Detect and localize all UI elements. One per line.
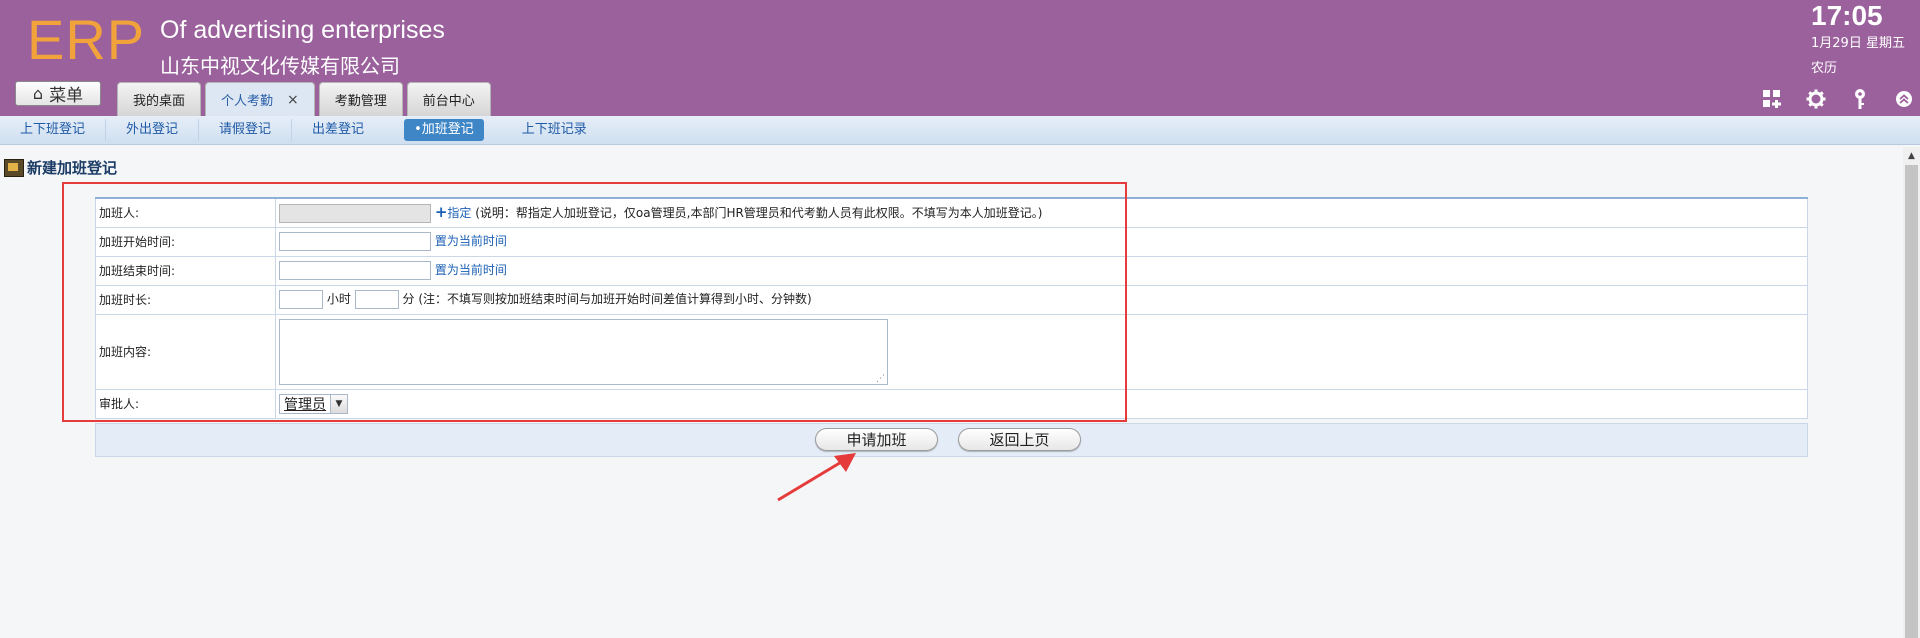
content-label: 加班内容:	[95, 313, 276, 390]
content-textarea[interactable]	[279, 318, 888, 385]
form-row-duration: 加班时长: 小时 分 (注：不填写则按加班结束时间与加班开始时间差值计算得到小时…	[95, 284, 1808, 315]
approver-label: 审批人:	[95, 388, 276, 419]
tab-my-desktop[interactable]: 我的桌面	[117, 82, 202, 116]
home-icon: ⌂	[32, 84, 44, 103]
form-row-start-time: 加班开始时间: 置为当前时间	[95, 226, 1808, 257]
app-header: ERP Of advertising enterprises 山东中视文化传媒有…	[0, 0, 1920, 116]
button-bar: 申请加班 返回上页	[95, 423, 1808, 457]
tab-label: 前台中心	[422, 94, 475, 109]
form-row-approver: 审批人: 管理员 ▼	[95, 388, 1808, 419]
person-input	[279, 203, 431, 223]
tab-attendance-management[interactable]: 考勤管理	[318, 82, 403, 116]
gear-icon[interactable]	[1802, 88, 1830, 110]
tab-bar: 我的桌面 个人考勤 × 考勤管理 前台中心	[117, 82, 495, 116]
start-time-cell: 置为当前时间	[275, 226, 1808, 257]
scroll-up-icon[interactable]: ▲	[1903, 147, 1920, 164]
person-label: 加班人:	[95, 197, 276, 228]
subnav-leave-registration[interactable]: 请假登记	[199, 119, 293, 141]
date-text: 1月29日 星期五	[1811, 36, 1905, 51]
company-name-cn: 山东中视文化传媒有限公司	[160, 54, 400, 78]
lunar-calendar-link[interactable]: 农历	[1811, 57, 1837, 76]
duration-cell: 小时 分 (注：不填写则按加班结束时间与加班开始时间差值计算得到小时、分钟数)	[275, 284, 1808, 315]
back-button[interactable]: 返回上页	[958, 428, 1081, 451]
tab-label: 我的桌面	[133, 94, 186, 109]
tab-label: 个人考勤	[221, 94, 274, 109]
end-time-now-link[interactable]: 置为当前时间	[435, 263, 507, 277]
end-time-label: 加班结束时间:	[95, 255, 276, 286]
person-note: (说明：帮指定人加班登记，仅oa管理员,本部门HR管理员和代考勤人员有此权限。不…	[475, 205, 1043, 220]
apps-icon[interactable]	[1758, 88, 1786, 110]
subnav-clock-in-out[interactable]: 上下班登记	[0, 119, 107, 141]
key-icon[interactable]	[1846, 88, 1874, 110]
tab-label: 考勤管理	[334, 94, 387, 109]
start-time-label: 加班开始时间:	[95, 226, 276, 257]
form-row-end-time: 加班结束时间: 置为当前时间	[95, 255, 1808, 286]
clock: 17:05	[1811, 0, 1883, 31]
hours-input[interactable]	[279, 290, 323, 309]
duration-label: 加班时长:	[95, 284, 276, 315]
approver-select[interactable]: 管理员 ▼	[279, 393, 348, 414]
plus-icon: +	[434, 202, 448, 221]
collapse-up-icon[interactable]	[1890, 88, 1918, 110]
minutes-unit: 分	[402, 292, 415, 306]
menu-button[interactable]: ⌂ 菜单	[15, 81, 101, 106]
menu-button-label: 菜单	[49, 86, 84, 106]
subnav-out-registration[interactable]: 外出登记	[106, 119, 200, 141]
scroll-thumb[interactable]	[1905, 165, 1918, 638]
duration-note: (注：不填写则按加班结束时间与加班开始时间差值计算得到小时、分钟数)	[418, 292, 812, 306]
page-title-text: 新建加班登记	[27, 159, 118, 177]
assign-person-link[interactable]: 指定	[447, 206, 471, 220]
minutes-input[interactable]	[354, 290, 399, 309]
approver-selected-value: 管理员	[284, 396, 326, 413]
approver-cell: 管理员 ▼	[275, 388, 1808, 419]
close-icon[interactable]: ×	[287, 92, 299, 108]
tab-front-desk[interactable]: 前台中心	[406, 82, 491, 116]
end-time-input[interactable]	[279, 261, 431, 280]
vertical-scrollbar[interactable]: ▲	[1903, 147, 1920, 638]
sub-navigation: 上下班登记 外出登记 请假登记 出差登记 •加班登记 上下班记录	[0, 116, 1920, 145]
start-time-now-link[interactable]: 置为当前时间	[435, 234, 507, 248]
subnav-overtime-registration[interactable]: •加班登记	[404, 119, 484, 141]
overtime-form: 加班人: +指定 (说明：帮指定人加班登记，仅oa管理员,本部门HR管理员和代考…	[95, 197, 1808, 419]
form-row-person: 加班人: +指定 (说明：帮指定人加班登记，仅oa管理员,本部门HR管理员和代考…	[95, 197, 1808, 228]
page-title: 新建加班登记	[4, 157, 117, 178]
header-icon-group	[1758, 88, 1920, 110]
apply-overtime-button[interactable]: 申请加班	[815, 428, 938, 451]
start-time-input[interactable]	[279, 232, 431, 251]
end-time-cell: 置为当前时间	[275, 255, 1808, 286]
app-logo: ERP	[27, 8, 146, 71]
tab-personal-attendance[interactable]: 个人考勤 ×	[205, 82, 315, 116]
subnav-business-trip[interactable]: 出差登记	[292, 119, 384, 141]
hours-unit: 小时	[326, 292, 351, 306]
person-cell: +指定 (说明：帮指定人加班登记，仅oa管理员,本部门HR管理员和代考勤人员有此…	[275, 197, 1808, 228]
company-name-en: Of advertising enterprises	[160, 16, 445, 44]
form-row-content: 加班内容:	[95, 313, 1808, 390]
subnav-attendance-records[interactable]: 上下班记录	[502, 119, 607, 141]
chevron-down-icon: ▼	[330, 394, 347, 413]
content-cell	[275, 313, 1808, 390]
form-icon	[4, 158, 24, 177]
